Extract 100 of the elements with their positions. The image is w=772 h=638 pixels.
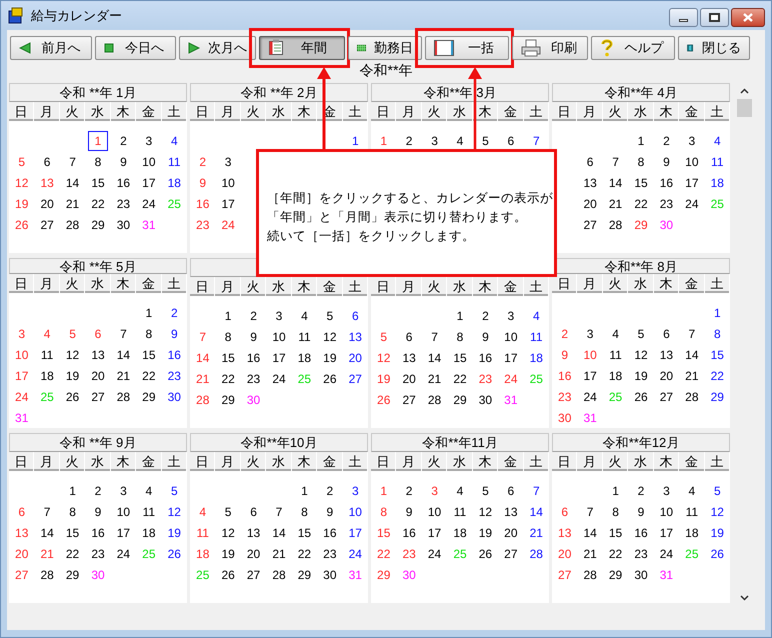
- day-number[interactable]: 2: [88, 482, 108, 500]
- day-number[interactable]: 5: [164, 482, 184, 500]
- scroll-thumb[interactable]: [737, 99, 752, 117]
- day-number[interactable]: 28: [422, 390, 448, 408]
- day-number[interactable]: 8: [218, 328, 238, 346]
- day-number[interactable]: 19: [472, 524, 498, 542]
- day-number[interactable]: 19: [60, 366, 86, 384]
- day-number[interactable]: 10: [215, 174, 241, 192]
- day-number[interactable]: 4: [38, 324, 56, 342]
- day-number[interactable]: 7: [682, 324, 702, 342]
- day-number[interactable]: 13: [342, 328, 368, 346]
- day-number[interactable]: 1: [140, 304, 158, 322]
- day-number[interactable]: 22: [292, 544, 318, 562]
- day-number[interactable]: 26: [162, 544, 187, 562]
- day-number[interactable]: 18: [447, 524, 473, 542]
- day-number[interactable]: 23: [654, 194, 680, 212]
- day-number[interactable]: 3: [682, 132, 702, 150]
- day-number[interactable]: 1: [63, 482, 82, 500]
- day-number[interactable]: 22: [602, 544, 628, 562]
- day-number[interactable]: 8: [606, 502, 625, 520]
- day-number[interactable]: 4: [606, 324, 625, 342]
- day-number[interactable]: 6: [88, 324, 108, 342]
- day-number[interactable]: 27: [85, 388, 111, 406]
- day-number[interactable]: 18: [190, 544, 216, 562]
- day-number[interactable]: 22: [136, 366, 162, 384]
- day-number[interactable]: 29: [85, 216, 111, 234]
- day-number[interactable]: 4: [164, 132, 184, 150]
- day-number[interactable]: 7: [425, 328, 444, 346]
- day-number[interactable]: 11: [190, 524, 215, 542]
- day-number[interactable]: 24: [110, 544, 136, 562]
- day-number[interactable]: 18: [34, 366, 60, 384]
- day-number[interactable]: 14: [524, 502, 549, 520]
- day-number[interactable]: 6: [400, 328, 418, 346]
- day-number[interactable]: 1: [606, 482, 625, 500]
- day-number[interactable]: 13: [396, 348, 422, 366]
- day-number[interactable]: 15: [371, 524, 396, 542]
- day-number[interactable]: 12: [472, 502, 498, 520]
- day-number[interactable]: 15: [136, 346, 162, 364]
- day-number[interactable]: 22: [447, 370, 473, 388]
- day-number[interactable]: 9: [555, 346, 574, 364]
- day-number[interactable]: 12: [371, 348, 396, 366]
- day-number[interactable]: 12: [162, 502, 187, 520]
- day-number[interactable]: 7: [270, 502, 288, 520]
- day-number[interactable]: 24: [422, 544, 448, 562]
- day-number[interactable]: 6: [580, 152, 600, 170]
- day-number[interactable]: 15: [215, 348, 241, 366]
- toolbar-button[interactable]: 勤務日: [348, 36, 422, 60]
- toolbar-button[interactable]: 今日へ: [95, 36, 176, 60]
- day-number[interactable]: 29: [602, 566, 628, 584]
- day-number[interactable]: 3: [657, 482, 676, 500]
- day-number[interactable]: 16: [317, 524, 343, 542]
- day-number[interactable]: 23: [628, 544, 654, 562]
- day-number[interactable]: 13: [498, 502, 524, 520]
- day-number[interactable]: 11: [524, 328, 549, 346]
- day-number[interactable]: 6: [555, 502, 574, 520]
- day-number[interactable]: 6: [657, 324, 676, 342]
- day-number[interactable]: 29: [628, 216, 654, 234]
- day-number[interactable]: 26: [9, 216, 34, 234]
- day-number[interactable]: 17: [9, 366, 34, 384]
- day-number[interactable]: 5: [63, 324, 82, 342]
- day-number[interactable]: 24: [215, 216, 241, 234]
- day-number[interactable]: 30: [317, 566, 343, 584]
- day-number[interactable]: 14: [422, 348, 448, 366]
- day-number[interactable]: 9: [244, 328, 263, 346]
- day-number[interactable]: 28: [266, 566, 292, 584]
- day-number[interactable]: 5: [218, 502, 238, 520]
- day-number[interactable]: 9: [400, 502, 418, 520]
- day-number[interactable]: 24: [342, 544, 368, 562]
- day-number[interactable]: 15: [602, 524, 628, 542]
- day-number[interactable]: 14: [679, 346, 705, 364]
- day-number[interactable]: 23: [162, 366, 187, 384]
- day-number[interactable]: 14: [577, 524, 603, 542]
- day-number[interactable]: 13: [654, 346, 680, 364]
- day-number[interactable]: 26: [371, 390, 396, 408]
- day-number[interactable]: 27: [396, 390, 422, 408]
- day-number[interactable]: 4: [450, 482, 470, 500]
- day-number[interactable]: 1: [218, 306, 238, 324]
- day-number[interactable]: 11: [292, 328, 317, 346]
- day-number[interactable]: 19: [162, 524, 187, 542]
- day-number[interactable]: 9: [320, 502, 340, 520]
- day-number[interactable]: 18: [679, 524, 705, 542]
- day-number[interactable]: 5: [708, 482, 727, 500]
- day-number[interactable]: 2: [193, 152, 212, 170]
- day-number[interactable]: 20: [577, 194, 603, 212]
- day-number[interactable]: 17: [498, 348, 524, 366]
- day-number[interactable]: 29: [136, 388, 162, 406]
- day-number[interactable]: 18: [162, 174, 187, 192]
- day-number[interactable]: 1: [346, 132, 365, 150]
- day-number[interactable]: 5: [632, 324, 650, 342]
- day-number[interactable]: 24: [654, 544, 680, 562]
- day-number[interactable]: 24: [9, 388, 34, 406]
- day-number[interactable]: 9: [657, 152, 676, 170]
- toolbar-button[interactable]: ヘルプ: [591, 36, 675, 60]
- day-number[interactable]: 21: [110, 366, 136, 384]
- close-button[interactable]: [731, 8, 765, 27]
- day-number[interactable]: 7: [38, 502, 56, 520]
- day-number[interactable]: 14: [60, 174, 86, 192]
- day-number[interactable]: 23: [190, 216, 216, 234]
- day-number[interactable]: 27: [552, 566, 578, 584]
- day-number[interactable]: 3: [12, 324, 32, 342]
